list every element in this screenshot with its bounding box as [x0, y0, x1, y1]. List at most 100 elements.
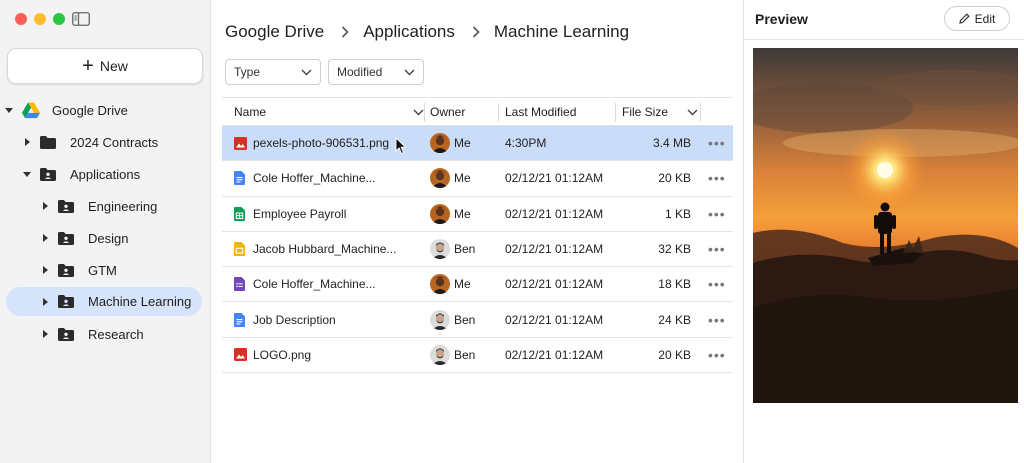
column-divider[interactable] — [498, 103, 499, 122]
chevron-right-icon[interactable] — [40, 234, 50, 242]
chevron-right-icon[interactable] — [40, 202, 50, 210]
file-name: pexels-photo-906531.png — [253, 136, 390, 151]
file-size: 24 KB — [658, 312, 691, 327]
close-window-button[interactable] — [15, 13, 27, 25]
last-modified: 02/12/21 01:12AM — [505, 277, 604, 292]
owner-name: Me — [454, 277, 471, 292]
breadcrumb-current[interactable]: Machine Learning — [494, 22, 629, 42]
zoom-window-button[interactable] — [53, 13, 65, 25]
owner-name: Ben — [454, 242, 476, 257]
file-browser: Google Drive Applications Machine Learni… — [211, 0, 743, 463]
column-divider[interactable] — [424, 103, 425, 122]
column-label: Last Modified — [505, 105, 577, 119]
chevron-down-icon[interactable] — [687, 109, 698, 116]
more-options-icon[interactable]: ••• — [708, 338, 726, 372]
shared-folder-icon — [58, 199, 76, 213]
last-modified: 02/12/21 01:12AM — [505, 206, 604, 221]
file-name-cell: Job Description — [234, 302, 414, 336]
breadcrumb-item[interactable]: Google Drive — [225, 22, 324, 42]
sidebar-item-engineering[interactable]: Engineering — [40, 192, 202, 220]
avatar — [430, 239, 450, 260]
column-header-file-size[interactable]: File Size — [622, 98, 698, 126]
sidebar-item-google-drive[interactable]: Google Drive — [4, 96, 204, 124]
file-size: 20 KB — [658, 171, 691, 186]
file-name: Job Description — [253, 312, 336, 327]
new-button-label: New — [99, 58, 128, 74]
edit-button-label: Edit — [974, 11, 996, 26]
sidebar-item-label: Applications — [70, 166, 141, 182]
sidebar-icon[interactable] — [72, 12, 90, 26]
chevron-right-icon[interactable] — [40, 297, 50, 306]
divider — [744, 39, 1024, 40]
filter-label: Modified — [337, 65, 383, 79]
table-row[interactable]: LOGO.png Ben 02/12/21 01:12AM 20 KB ••• — [222, 338, 733, 374]
shared-folder-icon — [58, 231, 76, 245]
more-options-icon[interactable]: ••• — [708, 232, 726, 266]
google-sheets-icon — [234, 206, 247, 221]
sidebar-item-label: Machine Learning — [88, 294, 192, 309]
sidebar-item-label: Engineering — [88, 198, 158, 214]
more-options-icon[interactable]: ••• — [708, 197, 726, 231]
sidebar-item-2024-contracts[interactable]: 2024 Contracts — [22, 128, 202, 156]
file-size: 3.4 MB — [652, 136, 691, 151]
new-button[interactable]: + New — [7, 48, 203, 84]
chevron-down-icon — [404, 69, 415, 75]
table-row[interactable]: Employee Payroll Me 02/12/21 01:12AM 1 K… — [222, 197, 733, 232]
shared-folder-icon — [58, 327, 76, 341]
owner-name: Ben — [454, 312, 476, 327]
folder-icon — [40, 135, 58, 149]
sidebar-item-applications[interactable]: Applications — [22, 160, 202, 188]
last-modified: 02/12/21 01:12AM — [505, 347, 604, 362]
chevron-down-icon[interactable] — [413, 109, 424, 116]
column-header-name[interactable]: Name — [234, 98, 424, 126]
table-row[interactable]: Jacob Hubbard_Machine... Ben 02/12/21 01… — [222, 232, 733, 268]
table-row[interactable]: Cole Hoffer_Machine... Me 02/12/21 01:12… — [222, 161, 733, 197]
chevron-right-icon[interactable] — [22, 138, 32, 146]
avatar — [430, 309, 450, 330]
edit-button[interactable]: Edit — [944, 6, 1010, 31]
owner-cell: Me — [430, 161, 471, 195]
table-header: Name Owner Last Modified File Size — [222, 97, 733, 126]
more-options-icon[interactable]: ••• — [708, 302, 726, 336]
owner-cell: Ben — [430, 338, 475, 372]
minimize-window-button[interactable] — [34, 13, 46, 25]
sidebar-item-machine-learning[interactable]: Machine Learning — [6, 287, 202, 316]
last-modified: 02/12/21 01:12AM — [505, 312, 604, 327]
chevron-down-icon[interactable] — [4, 106, 14, 114]
file-size: 18 KB — [658, 277, 691, 292]
image-file-icon — [234, 348, 247, 362]
table-row[interactable]: Cole Hoffer_Machine... Me 02/12/21 01:12… — [222, 267, 733, 303]
avatar — [430, 203, 450, 224]
more-options-icon[interactable]: ••• — [708, 161, 726, 195]
breadcrumb-item[interactable]: Applications — [363, 22, 455, 42]
sidebar-item-research[interactable]: Research — [40, 320, 202, 348]
file-size: 1 KB — [664, 206, 691, 221]
column-header-owner[interactable]: Owner — [430, 98, 465, 126]
type-filter-dropdown[interactable]: Type — [225, 59, 321, 85]
sidebar-item-label: Design — [88, 230, 129, 246]
chevron-down-icon[interactable] — [22, 170, 32, 178]
chevron-right-icon[interactable] — [40, 330, 50, 338]
pencil-icon — [958, 13, 970, 24]
more-options-icon[interactable]: ••• — [708, 126, 726, 160]
column-divider[interactable] — [700, 103, 701, 122]
owner-name: Me — [454, 136, 471, 151]
table-row[interactable]: Job Description Ben 02/12/21 01:12AM 24 … — [222, 302, 733, 338]
preview-image[interactable] — [753, 48, 1018, 403]
more-options-icon[interactable]: ••• — [708, 267, 726, 301]
file-size: 20 KB — [658, 347, 691, 362]
owner-cell: Me — [430, 126, 471, 160]
avatar — [430, 344, 450, 365]
owner-cell: Me — [430, 267, 471, 301]
column-header-last-modified[interactable]: Last Modified — [505, 98, 576, 126]
column-divider[interactable] — [615, 103, 616, 122]
table-row[interactable]: pexels-photo-906531.png Me 4:30PM 3.4 MB… — [222, 126, 733, 162]
chevron-right-icon[interactable] — [40, 266, 50, 274]
sidebar-item-gtm[interactable]: GTM — [40, 256, 202, 284]
sidebar-item-design[interactable]: Design — [40, 224, 202, 252]
shared-folder-icon — [58, 295, 76, 308]
file-name-cell: LOGO.png — [234, 338, 414, 372]
avatar — [430, 274, 450, 295]
google-docs-icon — [234, 171, 247, 186]
modified-filter-dropdown[interactable]: Modified — [328, 59, 424, 85]
